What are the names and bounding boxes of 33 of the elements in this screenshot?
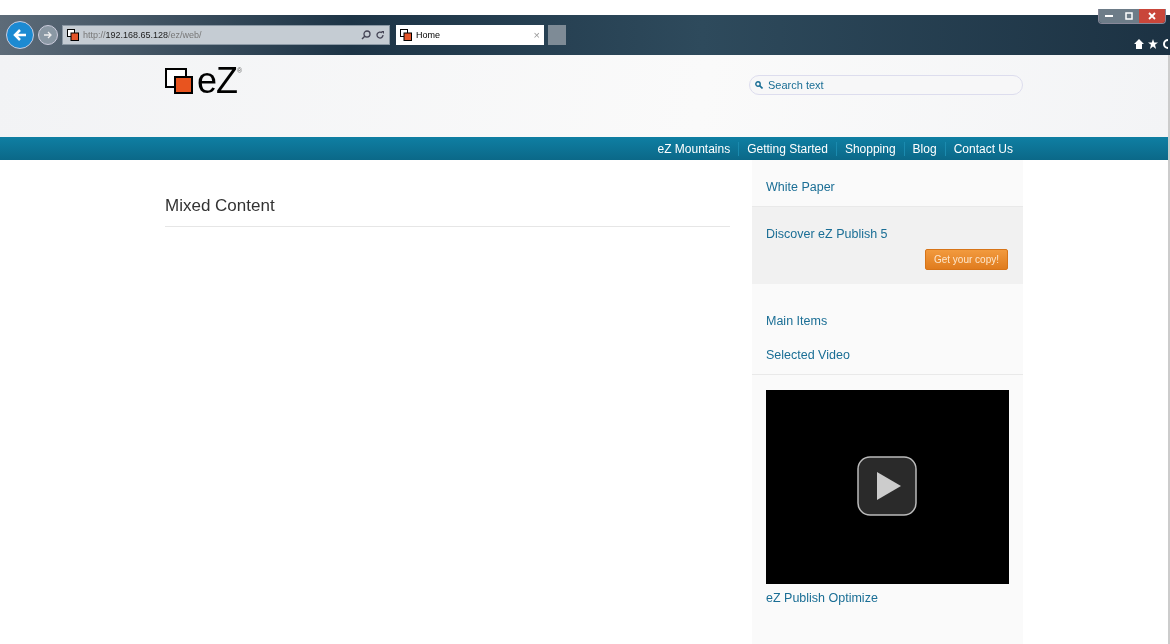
search-icon [755, 81, 763, 89]
arrow-icon [13, 29, 27, 41]
nav-link[interactable]: Shopping [835, 141, 904, 156]
promo-link[interactable]: Discover eZ Publish 5 [752, 227, 1023, 241]
page-title: Mixed Content [165, 196, 730, 227]
search-icon[interactable] [361, 30, 371, 40]
nav-link[interactable]: eZ Mountains [649, 141, 739, 156]
minimize-icon [1105, 15, 1113, 17]
play-icon[interactable] [857, 456, 917, 516]
address-bar[interactable]: http://192.168.65.128/ez/web/ [62, 25, 390, 45]
arrow-icon [43, 31, 53, 39]
search-field[interactable]: Search text [749, 75, 1023, 95]
section-link[interactable]: Selected Video [752, 348, 1023, 362]
nav-link[interactable]: Blog [903, 141, 945, 156]
close-window-button[interactable] [1139, 9, 1165, 23]
browser-tab[interactable]: Home × [396, 25, 544, 45]
forward-button[interactable] [38, 25, 58, 45]
minimize-button[interactable] [1099, 9, 1119, 23]
star-icon[interactable] [1148, 39, 1158, 49]
section-link[interactable]: White Paper [752, 180, 1023, 194]
back-button[interactable] [6, 21, 34, 49]
close-icon[interactable]: × [533, 29, 540, 41]
close-icon [1148, 12, 1156, 20]
site-icon [400, 29, 412, 41]
restore-button[interactable] [1119, 9, 1139, 23]
nav-link[interactable]: Getting Started [738, 141, 836, 156]
home-icon[interactable] [1134, 39, 1144, 49]
video-caption[interactable]: eZ Publish Optimize [766, 591, 1009, 605]
restore-icon [1125, 12, 1133, 20]
site-icon [67, 29, 79, 41]
section-link[interactable]: Main Items [752, 314, 1023, 328]
refresh-icon[interactable] [375, 30, 385, 40]
nav-link[interactable]: Contact Us [944, 141, 1021, 156]
